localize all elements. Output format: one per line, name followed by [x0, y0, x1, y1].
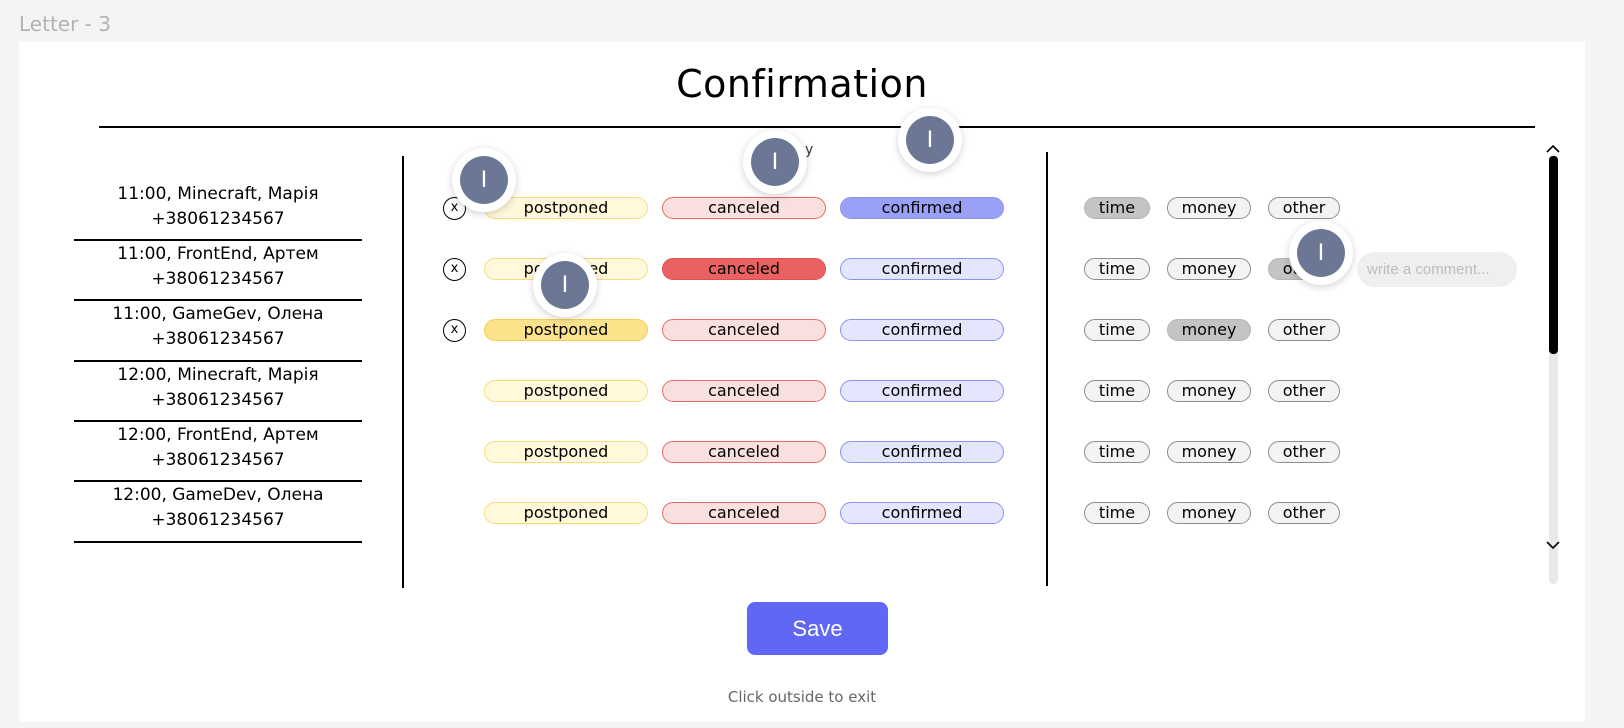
status-postponed-button[interactable]: postponed	[484, 502, 648, 524]
cursor-avatar: I	[751, 138, 799, 186]
cursor-avatar: I	[1297, 229, 1345, 277]
clear-status-button[interactable]: x	[443, 257, 466, 281]
status-canceled-button[interactable]: canceled	[662, 258, 826, 280]
contact-phone: +38061234567	[151, 209, 285, 229]
reason-time-button[interactable]: time	[1084, 502, 1150, 524]
reason-time-button[interactable]: time	[1084, 319, 1150, 341]
frame-label: Letter - 3	[19, 12, 111, 36]
exit-hint: Click outside to exit	[727, 688, 877, 706]
status-confirmed-button[interactable]: confirmed	[840, 502, 1004, 524]
contact-divider	[74, 360, 362, 362]
column-divider-right	[1046, 152, 1048, 586]
contact-title: 11:00, GameGev, Олена	[112, 304, 324, 324]
status-canceled-button[interactable]: canceled	[662, 197, 826, 219]
collaborator-cursor-icon: I	[898, 108, 962, 172]
reason-money-button[interactable]: money	[1167, 380, 1251, 402]
chevron-down-icon[interactable]	[1545, 538, 1561, 552]
status-postponed-button[interactable]: postponed	[484, 319, 648, 341]
reason-money-button[interactable]: money	[1167, 258, 1251, 280]
contact-title: 12:00, Minecraft, Марія	[117, 365, 319, 385]
contact-item[interactable]: 12:00, Minecraft, Марія +38061234567	[74, 363, 362, 413]
page-title: Confirmation	[676, 62, 928, 106]
reason-other-button[interactable]: other	[1268, 502, 1340, 524]
reason-money-button[interactable]: money	[1167, 197, 1251, 219]
status-confirmed-button[interactable]: confirmed	[840, 258, 1004, 280]
reason-time-button[interactable]: time	[1084, 441, 1150, 463]
reason-other-button[interactable]: other	[1268, 380, 1340, 402]
cursor-avatar: I	[460, 156, 508, 204]
reason-time-button[interactable]: time	[1084, 197, 1150, 219]
status-canceled-button[interactable]: canceled	[662, 502, 826, 524]
reason-other-button[interactable]: other	[1268, 441, 1340, 463]
contact-title: 12:00, FrontEnd, Артем	[117, 425, 319, 445]
contact-divider	[74, 420, 362, 422]
cursor-avatar: I	[541, 261, 589, 309]
reason-other-button[interactable]: other	[1268, 319, 1340, 341]
collaborator-cursor-icon: I	[1289, 221, 1353, 285]
contact-phone: +38061234567	[151, 329, 285, 349]
reason-time-button[interactable]: time	[1084, 258, 1150, 280]
save-button[interactable]: Save	[747, 602, 888, 655]
contact-item[interactable]: 11:00, GameGev, Олена +38061234567	[74, 302, 362, 352]
confirmation-panel: Confirmation y 11:00, Minecraft, Марія +3…	[19, 42, 1585, 722]
clear-status-button[interactable]: x	[443, 318, 466, 342]
reason-money-button[interactable]: money	[1167, 441, 1251, 463]
contact-phone: +38061234567	[151, 269, 285, 289]
contact-title: 11:00, FrontEnd, Артем	[117, 244, 319, 264]
collaborator-cursor-icon: I	[452, 148, 516, 212]
status-confirmed-button[interactable]: confirmed	[840, 380, 1004, 402]
cursor-avatar: I	[906, 116, 954, 164]
chevron-up-icon[interactable]	[1545, 142, 1561, 156]
contact-item[interactable]: 11:00, Minecraft, Марія +38061234567	[74, 182, 362, 232]
collaborator-cursor-icon: I	[533, 253, 597, 317]
reason-money-button[interactable]: money	[1167, 502, 1251, 524]
scrollbar-thumb[interactable]	[1549, 156, 1558, 354]
contact-title: 11:00, Minecraft, Марія	[117, 184, 319, 204]
reason-money-button[interactable]: money	[1167, 319, 1251, 341]
contact-item[interactable]: 12:00, GameDev, Олена +38061234567	[74, 483, 362, 533]
contact-divider	[74, 480, 362, 482]
status-canceled-button[interactable]: canceled	[662, 319, 826, 341]
contact-divider	[74, 541, 362, 543]
title-divider	[99, 126, 1535, 128]
column-divider-left	[402, 156, 404, 588]
status-canceled-button[interactable]: canceled	[662, 441, 826, 463]
contact-divider	[74, 239, 362, 241]
contact-title: 12:00, GameDev, Олена	[112, 485, 324, 505]
reason-other-button[interactable]: other	[1268, 197, 1340, 219]
status-canceled-button[interactable]: canceled	[662, 380, 826, 402]
contact-phone: +38061234567	[151, 450, 285, 470]
contact-item[interactable]: 12:00, FrontEnd, Артем +38061234567	[74, 423, 362, 473]
status-confirmed-button[interactable]: confirmed	[840, 197, 1004, 219]
status-postponed-button[interactable]: postponed	[484, 380, 648, 402]
contact-phone: +38061234567	[151, 390, 285, 410]
contact-item[interactable]: 11:00, FrontEnd, Артем +38061234567	[74, 242, 362, 292]
status-confirmed-button[interactable]: confirmed	[840, 319, 1004, 341]
reason-time-button[interactable]: time	[1084, 380, 1150, 402]
status-confirmed-button[interactable]: confirmed	[840, 441, 1004, 463]
status-postponed-button[interactable]: postponed	[484, 441, 648, 463]
contact-divider	[74, 299, 362, 301]
collaborator-cursor-icon: I	[743, 130, 807, 194]
comment-input[interactable]	[1357, 252, 1517, 287]
contact-phone: +38061234567	[151, 510, 285, 530]
